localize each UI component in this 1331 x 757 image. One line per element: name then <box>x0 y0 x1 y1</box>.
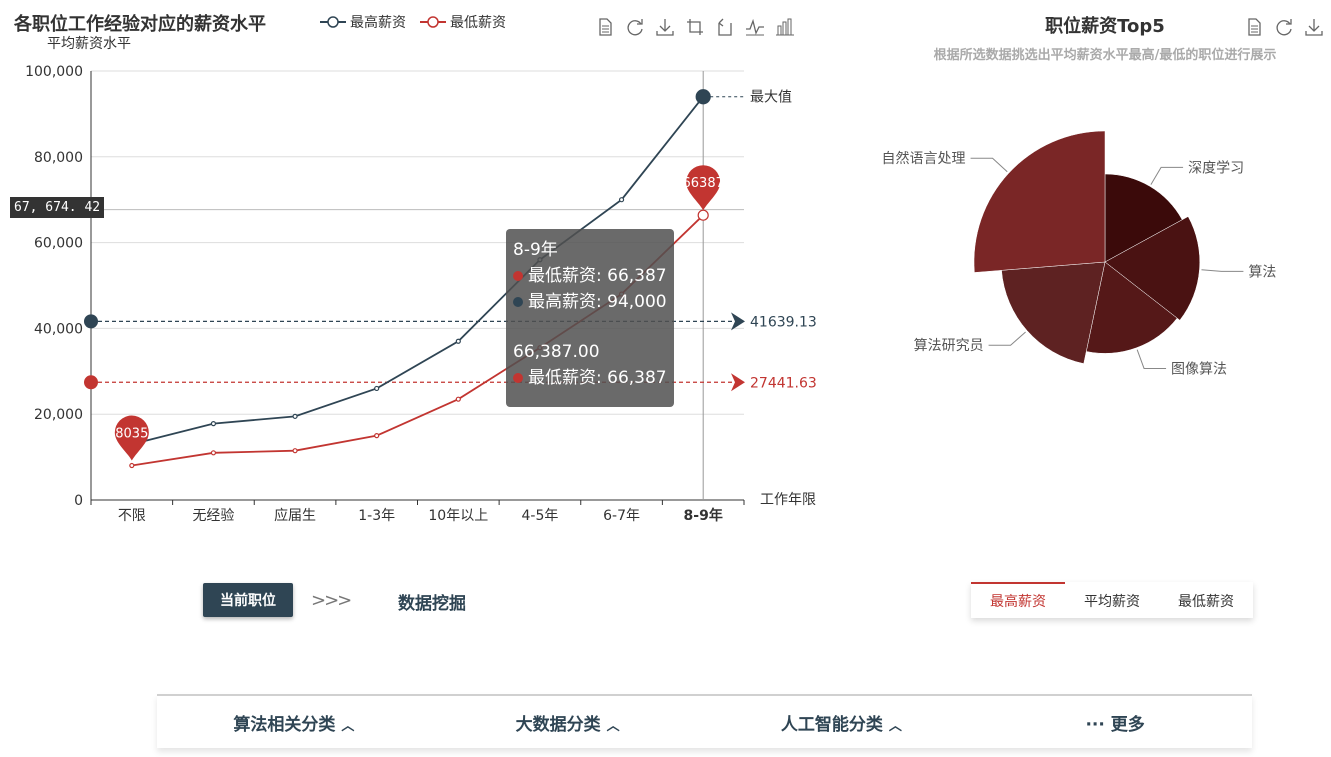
pie-label: 算法 <box>1248 264 1276 280</box>
pie-label-line <box>1150 166 1184 185</box>
job-name[interactable]: 数据挖掘 <box>398 589 466 614</box>
salary-tabs: 最高薪资 平均薪资 最低薪资 <box>971 582 1253 618</box>
arrows-icon: >>> <box>311 590 352 611</box>
pie-slice <box>973 130 1106 273</box>
pie-label-line <box>988 331 1026 346</box>
tab-max-salary[interactable]: 最高薪资 <box>971 582 1065 618</box>
caret-up-icon: ︿ <box>341 718 355 734</box>
current-job-button[interactable]: 当前职位 <box>203 583 293 617</box>
category-bar: 算法相关分类 ︿ 大数据分类 ︿ 人工智能分类 ︿ ··· 更多 <box>157 694 1252 748</box>
pie-label-line <box>970 157 1008 173</box>
pie-chart-svg: 深度学习算法图像算法 算法研究员 自然语言处理 <box>882 130 1276 377</box>
tab-avg-salary[interactable]: 平均薪资 <box>1065 582 1159 618</box>
category-more[interactable]: ··· 更多 <box>978 710 1252 735</box>
category-bigdata[interactable]: 大数据分类 ︿ <box>431 710 705 735</box>
pie-label: 算法研究员 <box>914 338 984 354</box>
pie-label: 深度学习 <box>1188 160 1244 176</box>
tab-min-salary[interactable]: 最低薪资 <box>1159 582 1253 618</box>
category-algorithm-label: 算法相关分类 <box>233 714 336 735</box>
caret-up-icon: ︿ <box>606 718 620 734</box>
caret-up-icon: ︿ <box>888 718 902 734</box>
pie-label: 图像算法 <box>1171 361 1227 377</box>
pie-label-line <box>1136 349 1167 369</box>
category-ai-label: 人工智能分类 <box>780 714 883 735</box>
category-algorithm[interactable]: 算法相关分类 ︿ <box>157 710 431 735</box>
pie-label-line <box>1201 269 1244 272</box>
category-bigdata-label: 大数据分类 <box>515 714 601 735</box>
category-ai[interactable]: 人工智能分类 ︿ <box>705 710 979 735</box>
pie-label: 自然语言处理 <box>882 150 966 167</box>
